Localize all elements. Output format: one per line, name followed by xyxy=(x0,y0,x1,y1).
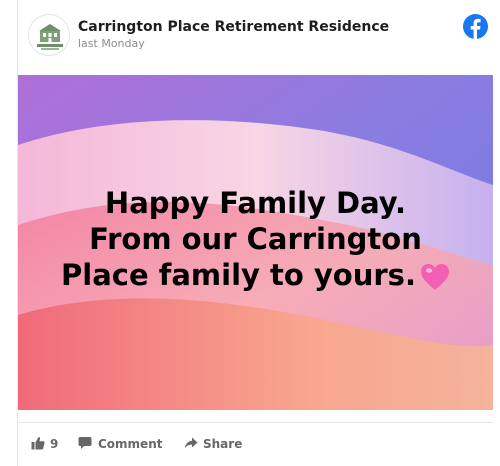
pink-heart-icon xyxy=(420,264,449,290)
image-text-line-1: Happy Family Day. xyxy=(104,186,407,220)
building-logo-icon xyxy=(29,15,69,55)
share-arrow-icon xyxy=(184,437,198,449)
page-avatar[interactable] xyxy=(28,14,70,56)
share-label: Share xyxy=(203,437,243,451)
image-text-line-3: Place family to yours. xyxy=(61,258,416,292)
post-card: Carrington Place Retirement Residence la… xyxy=(17,0,500,466)
post-timestamp[interactable]: last Monday xyxy=(78,37,145,50)
post-image-text: Happy Family Day. From our Carrington Pl… xyxy=(18,185,493,293)
like-count: 9 xyxy=(50,437,59,451)
share-button[interactable]: Share xyxy=(184,435,250,453)
comment-button[interactable]: Comment xyxy=(78,435,168,453)
image-text-line-3-wrap: Place family to yours. xyxy=(18,257,493,293)
comment-label: Comment xyxy=(98,437,163,451)
image-text-line-2: From our Carrington xyxy=(89,222,422,256)
thumbs-up-icon xyxy=(31,436,45,450)
page-name[interactable]: Carrington Place Retirement Residence xyxy=(78,19,389,35)
post-image[interactable]: Happy Family Day. From our Carrington Pl… xyxy=(18,75,493,410)
post-actions-bar: 9 Comment Share xyxy=(18,422,493,466)
like-button[interactable]: 9 xyxy=(31,435,63,453)
facebook-icon[interactable] xyxy=(463,14,488,39)
comment-icon xyxy=(78,437,92,449)
post-header: Carrington Place Retirement Residence la… xyxy=(18,0,500,75)
